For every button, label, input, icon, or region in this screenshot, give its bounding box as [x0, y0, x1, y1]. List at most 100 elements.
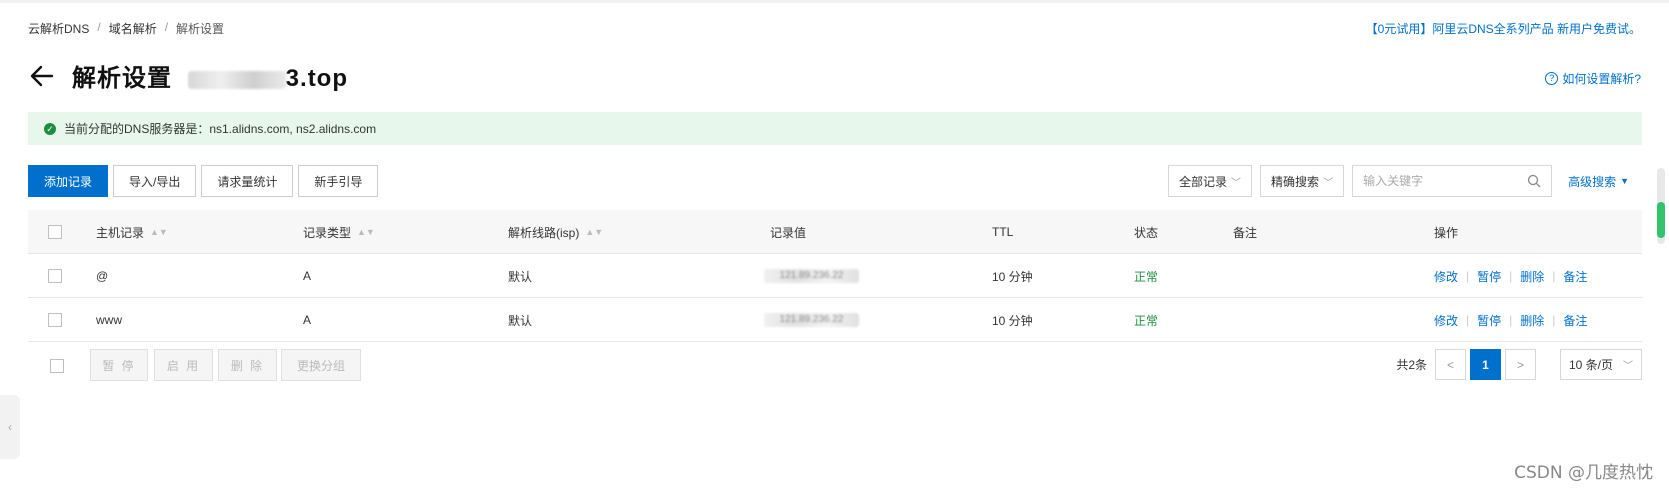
record-filter-select[interactable]: 全部记录 ﹀	[1168, 165, 1253, 197]
page-number[interactable]: 1	[1470, 349, 1501, 380]
action-toolbar: 添加记录 导入/导出 请求量统计 新手引导	[28, 165, 379, 197]
col-ttl-label: TTL	[992, 225, 1014, 239]
breadcrumb: 云解析DNS / 域名解析 / 解析设置	[28, 20, 224, 37]
chevron-down-icon: ﹀	[1623, 361, 1633, 372]
title-bar: 解析设置 3.top	[28, 58, 348, 93]
row-actions: 修改 | 暂停 | 删除 | 备注	[1434, 254, 1587, 298]
caret-down-icon: ▼	[1620, 176, 1629, 186]
pause-link[interactable]: 暂停	[1477, 312, 1501, 329]
divider: |	[1552, 269, 1556, 283]
search-mode-label: 精确搜索	[1271, 174, 1320, 189]
import-export-button[interactable]: 导入/导出	[113, 165, 197, 197]
request-stats-button[interactable]: 请求量统计	[201, 165, 294, 197]
row-select-cell	[48, 298, 62, 342]
question-icon: ?	[1545, 72, 1559, 85]
scrollbar[interactable]	[1657, 168, 1665, 244]
page-title-text: 解析设置	[72, 65, 172, 92]
breadcrumb-item[interactable]: 域名解析	[109, 20, 157, 37]
pause-link[interactable]: 暂停	[1477, 268, 1501, 285]
redacted-ip: 121.89.236.22	[764, 269, 859, 283]
sort-icon: ▲▼	[357, 226, 375, 237]
col-type[interactable]: 记录类型 ▲▼	[303, 210, 375, 254]
chevron-down-icon: ﹀	[1231, 177, 1242, 189]
col-line[interactable]: 解析线路(isp) ▲▼	[508, 210, 603, 254]
sort-icon: ▲▼	[150, 226, 168, 237]
page-title: 解析设置 3.top	[72, 58, 348, 93]
col-ttl: TTL	[992, 210, 1013, 254]
advanced-search-label: 高级搜索	[1568, 174, 1617, 189]
help-link-label: 如何设置解析?	[1562, 72, 1641, 86]
scrollbar-thumb[interactable]	[1657, 202, 1665, 238]
batch-footer: 暂 停 启 用 删 除 更换分组 共2条 < 1 > 10 条/页 ﹀	[28, 349, 1642, 383]
ttl-cell: 10 分钟	[992, 269, 1033, 284]
sort-icon: ▲▼	[585, 226, 604, 237]
delete-link[interactable]: 删除	[1520, 268, 1544, 285]
chevron-down-icon: ﹀	[1323, 177, 1334, 189]
col-type-label: 记录类型	[303, 225, 352, 240]
batch-pause-button[interactable]: 暂 停	[90, 349, 148, 381]
sidebar-collapse-handle[interactable]: ‹	[0, 395, 20, 459]
next-page-button[interactable]: >	[1505, 349, 1536, 380]
remark-link[interactable]: 备注	[1563, 312, 1587, 329]
select-all-cell	[48, 210, 62, 254]
table-row: www A 默认 121.89.236.22 10 分钟 正常 修改 | 暂停 | …	[28, 298, 1642, 342]
watermark: CSDN @几度热忱	[1514, 463, 1653, 483]
host-cell: www	[96, 313, 122, 327]
page-size-label: 10 条/页	[1569, 358, 1614, 372]
change-group-button[interactable]: 更换分组	[281, 349, 361, 381]
guide-button[interactable]: 新手引导	[298, 165, 379, 197]
type-cell: A	[303, 313, 312, 327]
records-table: 主机记录 ▲▼ 记录类型 ▲▼ 解析线路(isp) ▲▼ 记录值 TTL 状态 备注 …	[28, 210, 1642, 342]
value-cell: 121.89.236.22	[764, 298, 859, 342]
divider: |	[1552, 313, 1556, 327]
type-cell: A	[303, 269, 312, 283]
prev-page-button[interactable]: <	[1435, 349, 1466, 380]
promo-link[interactable]: 【0元试用】阿里云DNS全系列产品 新用户免费试。	[1366, 20, 1641, 37]
col-value-label: 记录值	[770, 225, 807, 240]
breadcrumb-item[interactable]: 云解析DNS	[28, 20, 89, 37]
total-count: 共2条	[1396, 358, 1427, 372]
advanced-search-link[interactable]: 高级搜索 ▼	[1568, 173, 1629, 190]
col-remark: 备注	[1233, 210, 1257, 254]
col-host[interactable]: 主机记录 ▲▼	[96, 210, 168, 254]
divider: |	[1466, 269, 1470, 283]
col-line-label: 解析线路(isp)	[508, 225, 580, 240]
batch-delete-button[interactable]: 删 除	[218, 349, 277, 381]
row-checkbox[interactable]	[48, 313, 62, 327]
search-mode-select[interactable]: 精确搜索 ﹀	[1260, 165, 1345, 197]
breadcrumb-item-current: 解析设置	[176, 22, 225, 36]
add-record-button[interactable]: 添加记录	[28, 165, 109, 197]
search-input[interactable]	[1363, 174, 1524, 188]
divider: |	[1509, 269, 1513, 283]
delete-link[interactable]: 删除	[1520, 312, 1544, 329]
table-header-row: 主机记录 ▲▼ 记录类型 ▲▼ 解析线路(isp) ▲▼ 记录值 TTL 状态 备注 …	[28, 210, 1642, 254]
row-checkbox[interactable]	[48, 269, 62, 283]
footer-select-checkbox[interactable]	[50, 359, 64, 373]
batch-enable-button[interactable]: 启 用	[154, 349, 213, 381]
value-cell: 121.89.236.22	[764, 254, 859, 298]
back-arrow-icon[interactable]	[28, 62, 56, 90]
domain-name: 3.top	[187, 65, 348, 92]
help-link[interactable]: ? 如何设置解析?	[1545, 70, 1641, 87]
check-circle-icon: ✓	[44, 122, 56, 135]
edit-link[interactable]: 修改	[1434, 312, 1458, 329]
top-border	[0, 0, 1669, 3]
col-host-label: 主机记录	[96, 225, 145, 240]
remark-link[interactable]: 备注	[1563, 268, 1587, 285]
col-remark-label: 备注	[1233, 225, 1258, 240]
redacted-ip: 121.89.236.22	[764, 313, 859, 327]
col-status-label: 状态	[1134, 225, 1159, 240]
search-box	[1352, 165, 1553, 197]
record-filter-label: 全部记录	[1179, 174, 1228, 189]
edit-link[interactable]: 修改	[1434, 268, 1458, 285]
status-cell: 正常	[1134, 269, 1159, 284]
select-all-checkbox[interactable]	[48, 225, 62, 239]
page-size-select[interactable]: 10 条/页 ﹀	[1560, 349, 1642, 380]
footer-select-cell	[50, 349, 64, 383]
search-icon[interactable]	[1527, 174, 1541, 188]
redacted-domain	[187, 70, 286, 89]
row-actions: 修改 | 暂停 | 删除 | 备注	[1434, 298, 1587, 342]
col-ops-label: 操作	[1434, 225, 1459, 240]
col-ops: 操作	[1434, 210, 1458, 254]
notice-text: 当前分配的DNS服务器是：ns1.alidns.com, ns2.alidns.…	[64, 122, 377, 136]
